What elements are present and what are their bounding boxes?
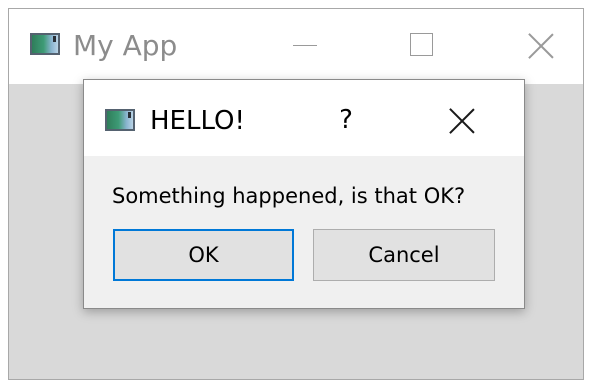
- app-window-icon: [30, 33, 60, 55]
- close-icon: [449, 108, 475, 134]
- dialog-title: HELLO!: [150, 106, 245, 136]
- app-window-icon: [105, 109, 135, 131]
- dialog-titlebar[interactable]: HELLO! ?: [84, 80, 524, 156]
- close-icon: [528, 33, 554, 59]
- maximize-button[interactable]: [391, 9, 451, 81]
- cancel-button[interactable]: Cancel: [313, 229, 495, 281]
- main-window-title: My App: [73, 29, 178, 62]
- message-dialog: HELLO! ? Something happened, is that OK?…: [83, 79, 525, 309]
- minimize-icon: [293, 45, 317, 46]
- dialog-close-button[interactable]: [436, 100, 488, 140]
- minimize-button[interactable]: [275, 9, 335, 81]
- help-button[interactable]: ?: [326, 100, 366, 140]
- dialog-message: Something happened, is that OK?: [112, 184, 466, 208]
- maximize-icon: [410, 33, 433, 56]
- desktop: My App HELLO! ? Something happened, is t…: [0, 0, 590, 384]
- main-titlebar[interactable]: My App: [9, 9, 583, 84]
- ok-button[interactable]: OK: [113, 229, 294, 281]
- close-button[interactable]: [511, 9, 571, 81]
